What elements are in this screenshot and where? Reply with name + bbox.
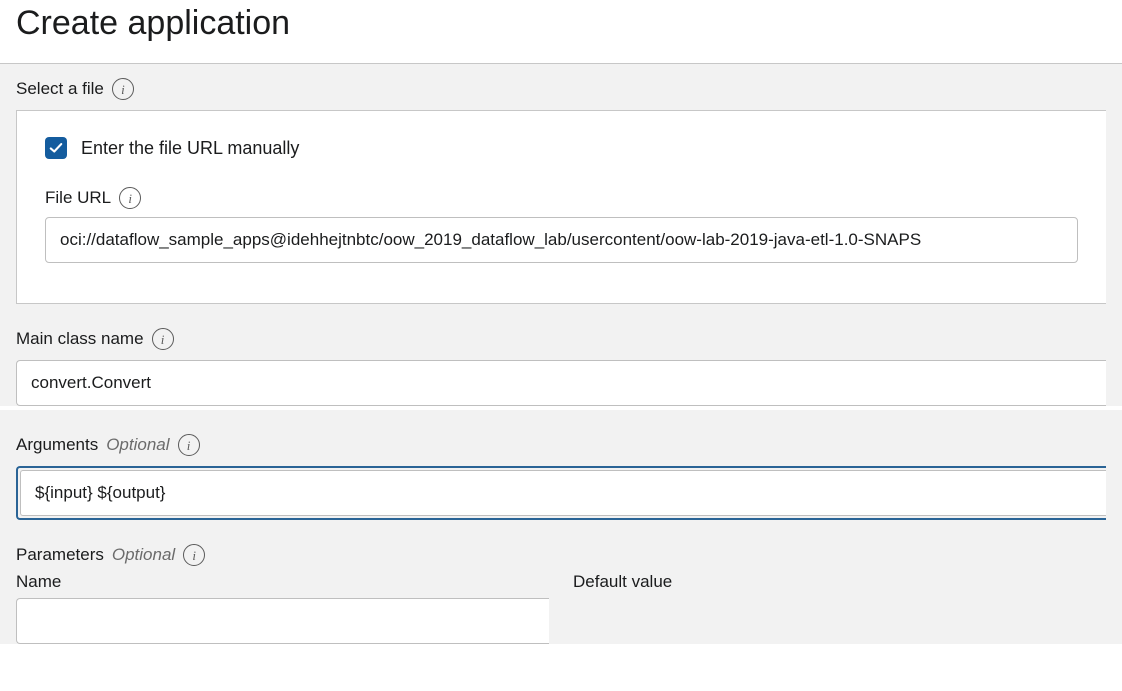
info-icon[interactable]: i <box>183 544 205 566</box>
page-title: Create application <box>16 4 1106 43</box>
file-url-input[interactable] <box>45 217 1078 263</box>
info-icon[interactable]: i <box>119 187 141 209</box>
param-default-value-label: Default value <box>573 572 1106 592</box>
info-icon[interactable]: i <box>152 328 174 350</box>
parameters-optional-label: Optional <box>112 545 175 565</box>
arguments-label: Arguments <box>16 435 98 455</box>
info-icon[interactable]: i <box>178 434 200 456</box>
param-name-input[interactable] <box>16 598 549 644</box>
file-panel: Enter the file URL manually File URL i <box>16 110 1106 304</box>
check-icon <box>49 141 63 155</box>
arguments-input[interactable] <box>20 470 1106 516</box>
param-name-label: Name <box>16 572 549 592</box>
main-class-label: Main class name <box>16 329 144 349</box>
main-class-input[interactable] <box>16 360 1106 406</box>
info-icon[interactable]: i <box>112 78 134 100</box>
parameters-label: Parameters <box>16 545 104 565</box>
select-file-label: Select a file <box>16 79 104 99</box>
manual-url-checkbox-label: Enter the file URL manually <box>81 138 299 159</box>
manual-url-checkbox[interactable] <box>45 137 67 159</box>
file-url-label: File URL <box>45 188 111 208</box>
arguments-optional-label: Optional <box>106 435 169 455</box>
